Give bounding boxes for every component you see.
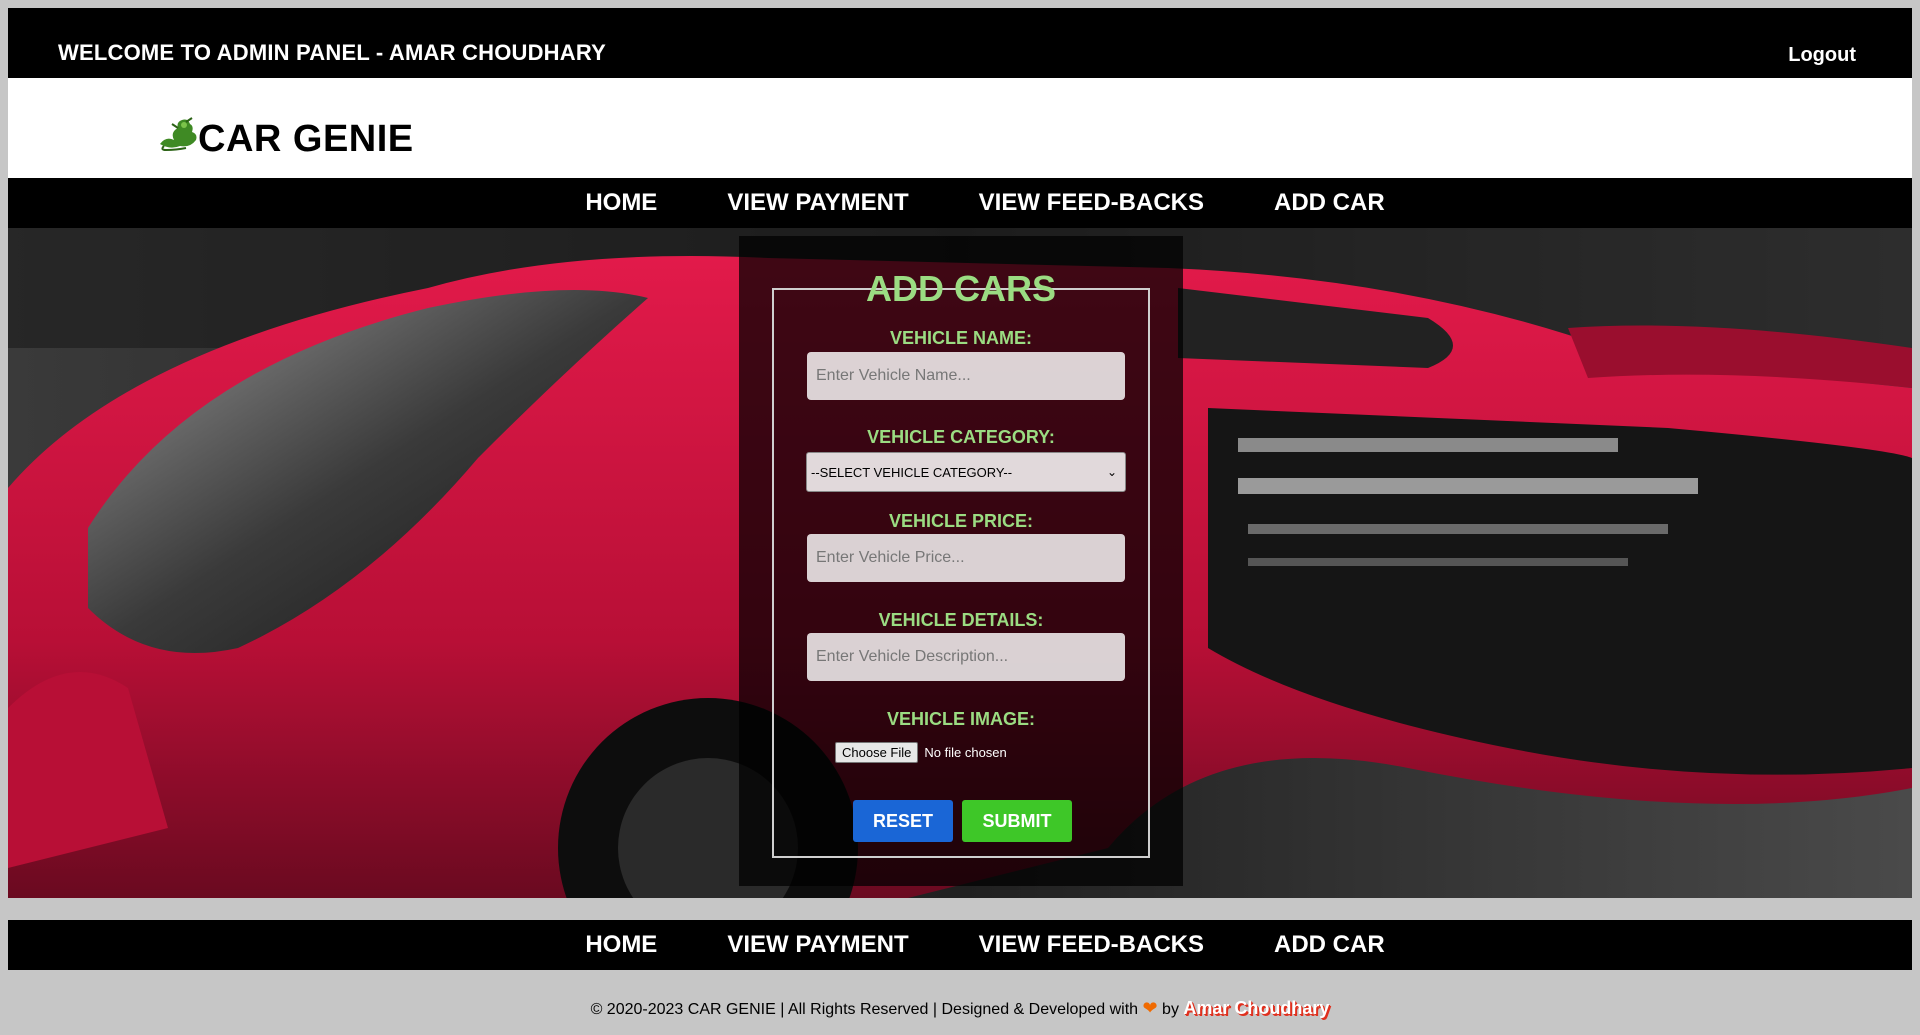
footer-nav-add-car[interactable]: ADD CAR xyxy=(1274,931,1385,959)
vehicle-image-file-input: Choose File No file chosen xyxy=(835,742,1007,763)
top-bar: WELCOME TO ADMIN PANEL - AMAR CHOUDHARY … xyxy=(8,8,1912,78)
file-status-text: No file chosen xyxy=(924,745,1007,760)
vehicle-name-label: VEHICLE NAME: xyxy=(889,328,1032,348)
author-link[interactable]: Amar Choudhary xyxy=(1183,998,1329,1018)
nav-add-car[interactable]: ADD CAR xyxy=(1274,189,1385,217)
nav-view-payment[interactable]: VIEW PAYMENT xyxy=(727,189,908,217)
vehicle-category-select[interactable]: --SELECT VEHICLE CATEGORY-- ⌄ xyxy=(806,452,1126,492)
genie-icon xyxy=(160,117,197,152)
vehicle-details-input[interactable] xyxy=(807,633,1125,681)
footer-nav-view-feedbacks[interactable]: VIEW FEED-BACKS xyxy=(979,931,1204,959)
nav-home[interactable]: HOME xyxy=(585,189,657,217)
add-car-form: ADD CARS VEHICLE NAME: VEHICLE CATEGORY:… xyxy=(772,268,1150,858)
nav-view-feedbacks[interactable]: VIEW FEED-BACKS xyxy=(979,189,1204,217)
footer-nav-view-payment[interactable]: VIEW PAYMENT xyxy=(727,931,908,959)
vehicle-details-label: VEHICLE DETAILS: xyxy=(878,610,1044,630)
vehicle-price-label: VEHICLE PRICE: xyxy=(888,511,1034,531)
by-text: by xyxy=(1162,1001,1179,1018)
vehicle-name-input[interactable] xyxy=(807,352,1125,400)
welcome-text: WELCOME TO ADMIN PANEL - AMAR CHOUDHARY xyxy=(58,40,607,65)
main-nav: HOME VIEW PAYMENT VIEW FEED-BACKS ADD CA… xyxy=(8,178,1912,228)
form-title: ADD CARS xyxy=(865,268,1056,309)
heart-icon: ❤ xyxy=(1142,998,1158,1018)
add-car-panel: ADD CARS VEHICLE NAME: VEHICLE CATEGORY:… xyxy=(739,236,1183,886)
page: WELCOME TO ADMIN PANEL - AMAR CHOUDHARY … xyxy=(8,8,1912,1035)
vehicle-image-label: VEHICLE IMAGE: xyxy=(886,709,1035,729)
brand-name[interactable]: CAR GENIE xyxy=(198,118,414,161)
copyright-text: © 2020-2023 CAR GENIE | All Rights Reser… xyxy=(590,1001,1139,1018)
footer-copyright: © 2020-2023 CAR GENIE | All Rights Reser… xyxy=(8,998,1912,1019)
submit-button[interactable]: SUBMIT xyxy=(962,800,1072,842)
logout-link[interactable]: Logout xyxy=(1788,44,1856,67)
chevron-down-icon: ⌄ xyxy=(1106,465,1117,479)
form-title-wrap: ADD CARS xyxy=(774,268,1148,310)
vehicle-category-label: VEHICLE CATEGORY: xyxy=(867,427,1055,447)
vehicle-category-selected: --SELECT VEHICLE CATEGORY-- xyxy=(811,464,1013,480)
logo-bar: CAR GENIE xyxy=(8,78,1912,178)
vehicle-price-input[interactable] xyxy=(807,534,1125,582)
footer-nav-home[interactable]: HOME xyxy=(585,931,657,959)
footer-nav: HOME VIEW PAYMENT VIEW FEED-BACKS ADD CA… xyxy=(8,920,1912,970)
hero-background: ADD CARS VEHICLE NAME: VEHICLE CATEGORY:… xyxy=(8,228,1912,898)
choose-file-button[interactable]: Choose File xyxy=(835,742,919,763)
reset-button[interactable]: RESET xyxy=(853,800,953,842)
